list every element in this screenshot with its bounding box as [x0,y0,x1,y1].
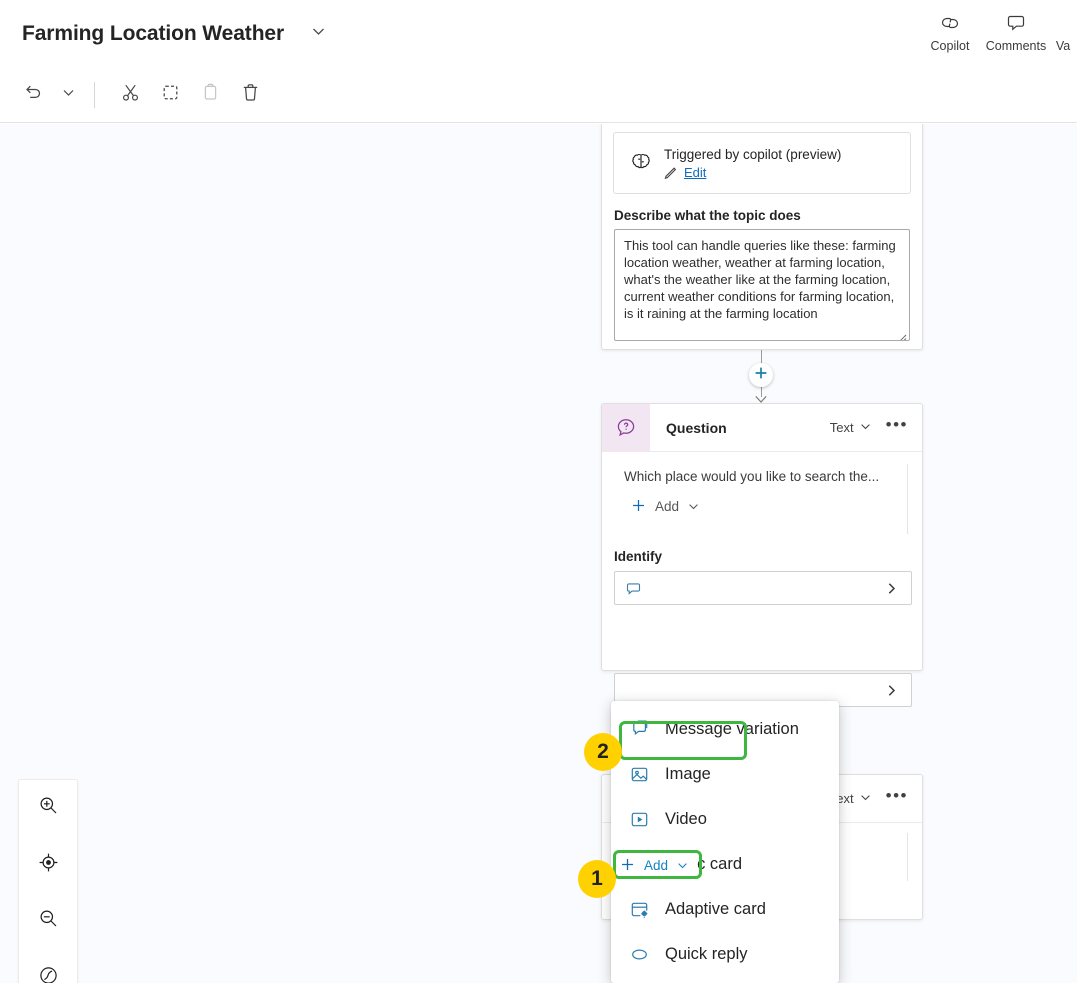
adaptive-card-icon [627,898,651,922]
paste-button[interactable] [193,78,227,112]
message-add-button[interactable]: Add [616,853,698,878]
add-node-dropdown-menu[interactable]: Message variation Image Video Basic card… [611,701,839,983]
magnifier-plus-icon [37,794,60,822]
question-answer-type-selector[interactable]: Text [826,417,876,439]
message-variation-icon [627,718,651,742]
undo-dropdown-button[interactable] [56,78,80,112]
question-node-scroll-rule [907,464,908,534]
question-node-header: Question Text ••• [602,404,922,452]
plus-icon [620,857,635,874]
step-badge-2: 2 [584,733,622,771]
menu-item-video[interactable]: Video [611,797,839,842]
chevron-right-icon [884,581,899,596]
question-answer-type-label: Text [829,420,854,435]
message-node-header-actions: Text ••• [826,775,914,822]
menu-item-message-variation[interactable]: Message variation [611,707,839,752]
question-node-header-actions: Text ••• [826,404,914,451]
identify-label: Identify [614,549,663,564]
chevron-down-icon [676,859,689,872]
page-title: Farming Location Weather [22,22,285,45]
resize-grip-icon[interactable] [897,329,907,340]
brain-icon [624,151,658,175]
add-node-button-1[interactable] [749,363,773,387]
menu-item-label: Image [665,765,711,783]
comment-icon [1004,10,1028,36]
edit-toolbar [0,68,1077,123]
question-bubble-icon [602,404,650,451]
toolbar-divider [94,82,95,108]
zoom-in-button[interactable] [20,780,76,837]
title-bar-commands: Copilot Comments Va [917,4,1077,64]
question-prompt-text: Which place would you like to search the… [624,469,880,484]
identify-entity-field[interactable] [614,571,912,605]
zoom-out-button[interactable] [20,893,76,950]
delete-button[interactable] [233,78,267,112]
copy-button[interactable] [153,78,187,112]
trigger-edit-row[interactable]: Edit [664,165,841,180]
chevron-right-icon [884,683,899,698]
copy-icon [160,82,181,108]
scissors-icon [120,82,141,108]
undo-button[interactable] [16,78,50,112]
question-node-title: Question [666,419,727,436]
canvas-zoom-controls [18,779,78,983]
chevron-down-icon [687,500,700,513]
trigger-text-wrap: Triggered by copilot (preview) Edit [664,147,841,180]
menu-item-label: Video [665,810,707,828]
plus-icon [631,498,646,515]
entity-icon [625,580,642,597]
trash-icon [240,82,261,108]
image-icon [627,763,651,787]
reset-view-button[interactable] [20,950,76,983]
describe-topic-textarea[interactable]: This tool can handle queries like these:… [614,229,910,341]
title-bar: Farming Location Weather Copilot Comment… [0,0,1077,68]
menu-item-label: Quick reply [665,945,748,963]
chevron-down-icon [61,85,76,105]
copilot-icon [938,10,962,36]
topic-canvas[interactable]: Triggered by copilot (preview) Edit Desc… [0,124,1077,983]
paste-icon [200,82,221,108]
copilot-label: Copilot [930,39,970,53]
chevron-down-icon [310,23,327,45]
comments-button[interactable]: Comments [983,4,1049,53]
video-icon [627,808,651,832]
chevron-down-icon [859,791,872,807]
cut-button[interactable] [113,78,147,112]
plus-circle-icon [753,365,769,386]
question-add-button[interactable]: Add [629,496,706,517]
question-node-more-button[interactable]: ••• [880,416,914,436]
describe-topic-value: This tool can handle queries like these:… [624,238,896,321]
message-node-more-button[interactable]: ••• [880,787,914,807]
menu-item-label: Adaptive card [665,900,766,918]
trigger-node[interactable]: Triggered by copilot (preview) Edit Desc… [601,124,923,350]
copilot-button[interactable]: Copilot [917,4,983,53]
menu-item-quick-reply[interactable]: Quick reply [611,932,839,977]
title-dropdown-chevron[interactable] [304,20,332,48]
chevron-down-icon [859,420,872,436]
crosshair-icon [37,851,60,879]
variables-button[interactable]: Va [1049,4,1077,53]
step-badge-1: 1 [578,860,616,898]
quick-reply-icon [627,943,651,967]
pencil-icon [664,165,678,179]
trigger-edit-link[interactable]: Edit [684,165,706,180]
message-node-scroll-rule [907,833,908,881]
variables-label: Va [1055,39,1071,53]
comments-label: Comments [985,39,1047,53]
question-node[interactable]: Question Text ••• Which place would you … [601,403,923,707]
fit-to-view-button[interactable] [20,837,76,894]
slash-circle-icon [37,964,60,983]
menu-item-image[interactable]: Image [611,752,839,797]
trigger-card[interactable]: Triggered by copilot (preview) Edit [613,132,911,194]
undo-icon [22,82,44,109]
message-add-label: Add [644,858,669,873]
menu-item-label: Message variation [665,720,799,738]
magnifier-minus-icon [37,907,60,935]
menu-item-adaptive-card[interactable]: Adaptive card [611,887,839,932]
describe-topic-label: Describe what the topic does [614,208,801,223]
question-add-label: Add [655,499,680,514]
trigger-title: Triggered by copilot (preview) [664,146,842,162]
